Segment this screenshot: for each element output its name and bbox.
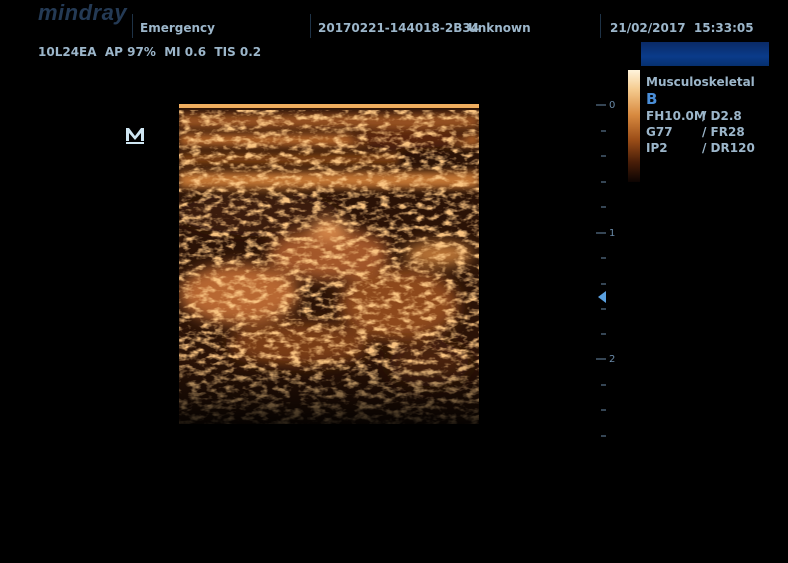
imaging-parameters: Musculoskeletal B FH10.0M/ D2.8 G77 / FR2…	[646, 74, 755, 156]
exam-type: Emergency	[140, 21, 215, 35]
param-row: IP2 / DR120	[646, 140, 755, 156]
imaging-mode: B	[646, 90, 658, 108]
header-separator	[132, 14, 133, 38]
param-right: / D2.8	[702, 109, 742, 123]
param-row: G77 / FR28	[646, 124, 755, 140]
status-strip	[641, 42, 769, 66]
patient-name: Unknown	[468, 21, 531, 35]
ultrasound-image	[179, 104, 479, 424]
header-separator	[310, 14, 311, 38]
focus-triangle-icon[interactable]	[596, 290, 608, 304]
M-icon	[126, 128, 144, 144]
depth-label: 1	[609, 228, 615, 239]
param-row: FH10.0M/ D2.8	[646, 108, 755, 124]
param-right: / DR120	[702, 141, 755, 155]
depth-label: 0	[609, 100, 615, 111]
exam-datetime: 21/02/2017 15:33:05	[610, 21, 754, 35]
preset-name: Musculoskeletal	[646, 75, 755, 89]
param-left: FH10.0M	[646, 109, 706, 123]
header-separator	[600, 14, 601, 38]
patient-id: 20170221-144018-2B34	[318, 21, 480, 35]
param-left: G77	[646, 125, 673, 139]
param-right: / FR28	[702, 125, 745, 139]
mindray-logo: mindray	[38, 0, 128, 25]
param-left: IP2	[646, 141, 668, 155]
chroma-map-bar	[628, 70, 640, 182]
depth-label: 2	[609, 354, 615, 365]
depth-scale: 0 1 2	[596, 100, 615, 437]
probe-info: 10L24EA AP 97% MI 0.6 TIS 0.2	[38, 45, 262, 59]
